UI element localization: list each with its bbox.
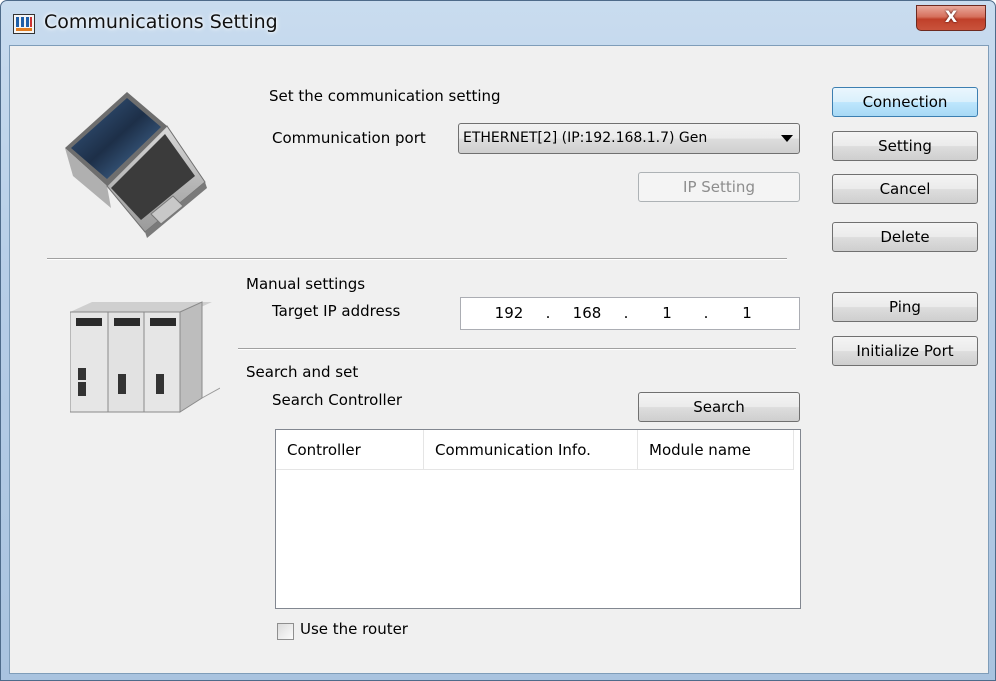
ip-dot-2: . [623, 304, 629, 322]
initialize-port-button[interactable]: Initialize Port [832, 336, 978, 366]
manual-divider [238, 348, 796, 350]
dialog-client-area: Set the communication setting Communicat… [9, 45, 989, 674]
dialog-window: Communications Setting X Set the communi… [0, 0, 996, 681]
use-router-checkbox[interactable] [277, 623, 294, 640]
column-header-module-name[interactable]: Module name [638, 430, 794, 470]
chevron-down-icon [781, 135, 793, 142]
communications-app-icon [13, 14, 35, 34]
column-header-controller[interactable]: Controller [276, 430, 424, 470]
plc-controller-icon [70, 301, 220, 413]
delete-button[interactable]: Delete [832, 222, 978, 252]
target-ip-label: Target IP address [272, 302, 401, 320]
ip-setting-button[interactable]: IP Setting [638, 172, 800, 202]
communication-port-select[interactable]: ETHERNET[2] (IP:192.168.1.7) Gen [458, 123, 800, 154]
setting-button[interactable]: Setting [832, 131, 978, 161]
ping-button[interactable]: Ping [832, 292, 978, 322]
ip-octet-4: 1 [742, 304, 752, 322]
controller-list[interactable]: Controller Communication Info. Module na… [275, 429, 801, 609]
ip-dot-3: . [703, 304, 709, 322]
title-bar[interactable]: Communications Setting X [1, 1, 995, 45]
use-router-label[interactable]: Use the router [300, 620, 408, 638]
target-ip-field[interactable]: 192 . 168 . 1 . 1 [460, 297, 800, 330]
search-and-set-heading: Search and set [246, 363, 359, 381]
ip-octet-2: 168 [572, 304, 602, 322]
search-button[interactable]: Search [638, 392, 800, 422]
laptop-icon [65, 92, 207, 238]
communication-port-value: ETHERNET[2] (IP:192.168.1.7) Gen [463, 130, 708, 146]
close-button[interactable]: X [916, 5, 986, 31]
cancel-button[interactable]: Cancel [832, 174, 978, 204]
column-header-communication-info[interactable]: Communication Info. [424, 430, 638, 470]
section-divider [47, 258, 787, 260]
ip-octet-3: 1 [662, 304, 672, 322]
search-controller-label: Search Controller [272, 391, 403, 409]
communication-port-label: Communication port [272, 129, 426, 147]
manual-settings-heading: Manual settings [246, 275, 366, 293]
ip-dot-1: . [545, 304, 551, 322]
ip-octet-1: 192 [494, 304, 524, 322]
connection-button[interactable]: Connection [832, 87, 978, 117]
connection-heading: Set the communication setting [269, 87, 501, 105]
window-title: Communications Setting [44, 11, 278, 33]
